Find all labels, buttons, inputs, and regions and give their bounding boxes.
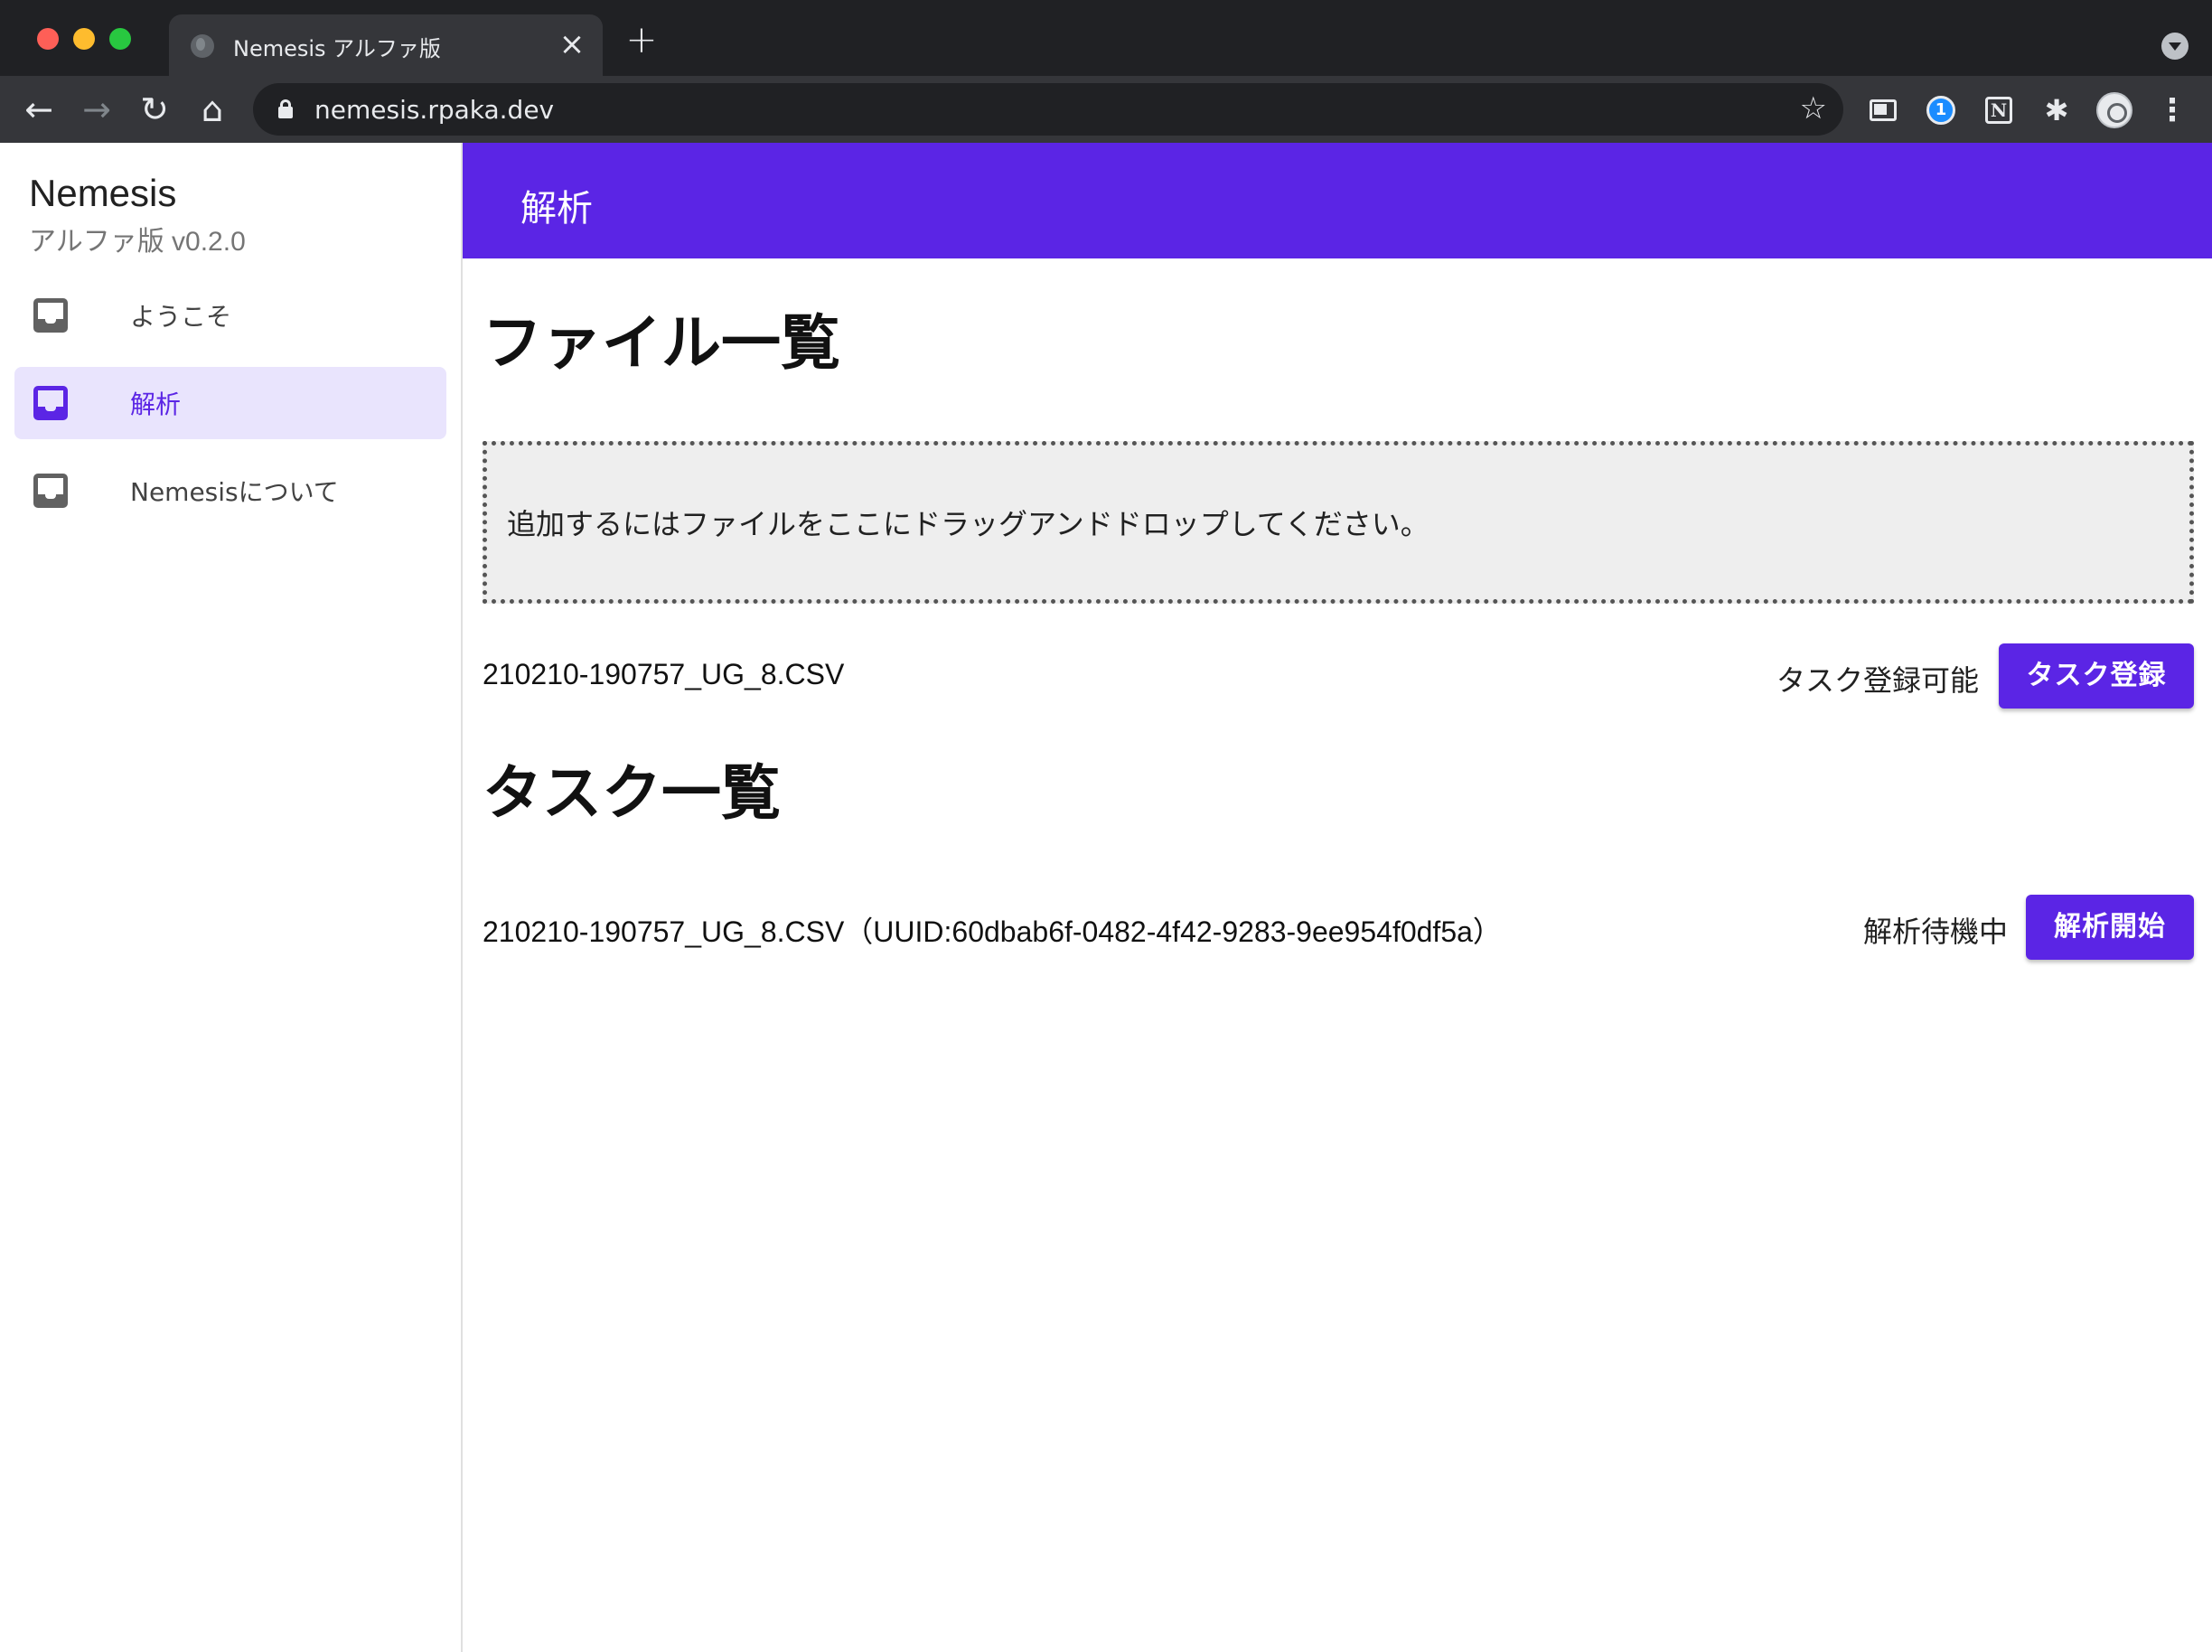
app-bar: 解析: [463, 143, 2212, 258]
picture-in-picture-icon[interactable]: [1865, 92, 1901, 128]
address-bar[interactable]: nemesis.rpaka.dev ☆: [253, 83, 1843, 136]
page-title: 解析: [520, 188, 593, 230]
sidebar-item-label: Nemesisについて: [130, 477, 339, 507]
dropzone-instructions: 追加するにはファイルをここにドラッグアンドドロップしてください。: [507, 507, 1429, 541]
inbox-icon: [33, 474, 68, 508]
sidebar-item-label: ようこそ: [130, 302, 232, 332]
globe-icon: [191, 34, 214, 58]
browser-toolbar: ← → ↻ ⌂ nemesis.rpaka.dev ☆ 1 N ✱ ⋮: [0, 76, 2212, 143]
start-analysis-button[interactable]: 解析開始: [2026, 895, 2194, 960]
back-arrow-icon[interactable]: ←: [18, 89, 60, 130]
close-icon[interactable]: ×: [558, 28, 586, 61]
inbox-icon: [33, 386, 68, 420]
sidebar-item-label: 解析: [130, 390, 182, 419]
file-name: 210210-190757_UG_8.CSV: [483, 658, 845, 690]
profile-avatar[interactable]: [2096, 92, 2132, 128]
browser-menu-icon[interactable]: ⋮: [2154, 92, 2190, 128]
extensions-puzzle-icon[interactable]: ✱: [2039, 92, 2075, 128]
sidebar: Nemesis アルファ版 v0.2.0 ようこそ 解析 Nemesisについて: [0, 143, 463, 1652]
bookmark-star-icon[interactable]: ☆: [1800, 90, 1827, 127]
onepassword-icon[interactable]: 1: [1923, 92, 1959, 128]
browser-titlebar: Nemesis アルファ版 × +: [0, 0, 2212, 76]
browser-tab[interactable]: Nemesis アルファ版 ×: [169, 14, 603, 76]
home-icon[interactable]: ⌂: [192, 89, 233, 130]
register-task-button[interactable]: タスク登録: [1999, 643, 2194, 709]
file-status: タスク登録可能: [1776, 663, 1979, 698]
inbox-icon: [33, 298, 68, 333]
file-dropzone[interactable]: 追加するにはファイルをここにドラッグアンドドロップしてください。: [483, 441, 2194, 604]
reload-icon[interactable]: ↻: [134, 89, 175, 130]
lock-icon[interactable]: [278, 99, 293, 118]
minimize-window-button[interactable]: [73, 28, 95, 50]
sidebar-item-analysis[interactable]: 解析: [14, 367, 446, 439]
files-heading: ファイル一覧: [483, 308, 840, 378]
tasks-heading: タスク一覧: [483, 758, 781, 828]
main-content: ファイル一覧 追加するにはファイルをここにドラッグアンドドロップしてください。 …: [463, 258, 2212, 1652]
web-page: Nemesis アルファ版 v0.2.0 ようこそ 解析 Nemesisについて…: [0, 143, 2212, 1652]
tab-search-icon[interactable]: [2161, 33, 2189, 60]
app-version: アルファ版 v0.2.0: [29, 227, 246, 257]
forward-arrow-icon[interactable]: →: [76, 89, 117, 130]
maximize-window-button[interactable]: [109, 28, 131, 50]
notion-icon[interactable]: N: [1981, 92, 2017, 128]
new-tab-button[interactable]: +: [625, 21, 658, 59]
url-text[interactable]: nemesis.rpaka.dev: [314, 95, 554, 125]
task-name: 210210-190757_UG_8.CSV（UUID:60dbab6f-048…: [483, 915, 1502, 948]
close-window-button[interactable]: [37, 28, 59, 50]
task-status: 解析待機中: [1862, 915, 2008, 949]
sidebar-item-welcome[interactable]: ようこそ: [14, 279, 446, 352]
sidebar-item-about[interactable]: Nemesisについて: [14, 455, 446, 527]
tab-title: Nemesis アルファ版: [233, 36, 441, 61]
app-title: Nemesis: [29, 172, 177, 214]
